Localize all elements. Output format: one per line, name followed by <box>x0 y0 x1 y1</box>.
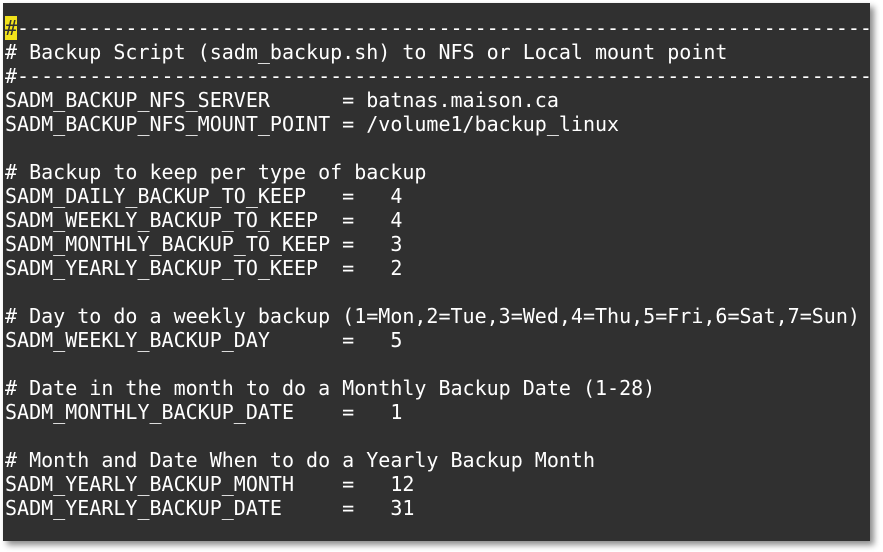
config-line-monthly-keep: SADM_MONTHLY_BACKUP_TO_KEEP = 3 <box>5 232 403 256</box>
comment-line: # Backup Script (sadm_backup.sh) to NFS … <box>5 40 728 64</box>
text-cursor: # <box>5 16 18 40</box>
config-line-yearly-date: SADM_YEARLY_BACKUP_DATE = 31 <box>5 496 415 520</box>
config-line-nfs-server: SADM_BACKUP_NFS_SERVER = batnas.maison.c… <box>5 88 559 112</box>
separator-line: #---------------------------------------… <box>5 16 870 40</box>
separator-line: #---------------------------------------… <box>5 64 870 88</box>
comment-line: # Backup to keep per type of backup <box>5 160 427 184</box>
config-line-yearly-month: SADM_YEARLY_BACKUP_MONTH = 12 <box>5 472 415 496</box>
config-line-weekly-day: SADM_WEEKLY_BACKUP_DAY = 5 <box>5 328 403 352</box>
comment-line: # Month and Date When to do a Yearly Bac… <box>5 448 596 472</box>
config-line-monthly-date: SADM_MONTHLY_BACKUP_DATE = 1 <box>5 400 403 424</box>
config-line-nfs-mount-point: SADM_BACKUP_NFS_MOUNT_POINT = /volume1/b… <box>5 112 620 136</box>
config-line-yearly-keep: SADM_YEARLY_BACKUP_TO_KEEP = 2 <box>5 256 403 280</box>
config-line-weekly-keep: SADM_WEEKLY_BACKUP_TO_KEEP = 4 <box>5 208 403 232</box>
terminal-window[interactable]: #---------------------------------------… <box>3 3 870 541</box>
comment-line: # Date in the month to do a Monthly Back… <box>5 376 656 400</box>
config-line-daily-keep: SADM_DAILY_BACKUP_TO_KEEP = 4 <box>5 184 403 208</box>
config-file-content: #---------------------------------------… <box>5 16 870 520</box>
comment-line: # Day to do a weekly backup (1=Mon,2=Tue… <box>5 304 860 328</box>
